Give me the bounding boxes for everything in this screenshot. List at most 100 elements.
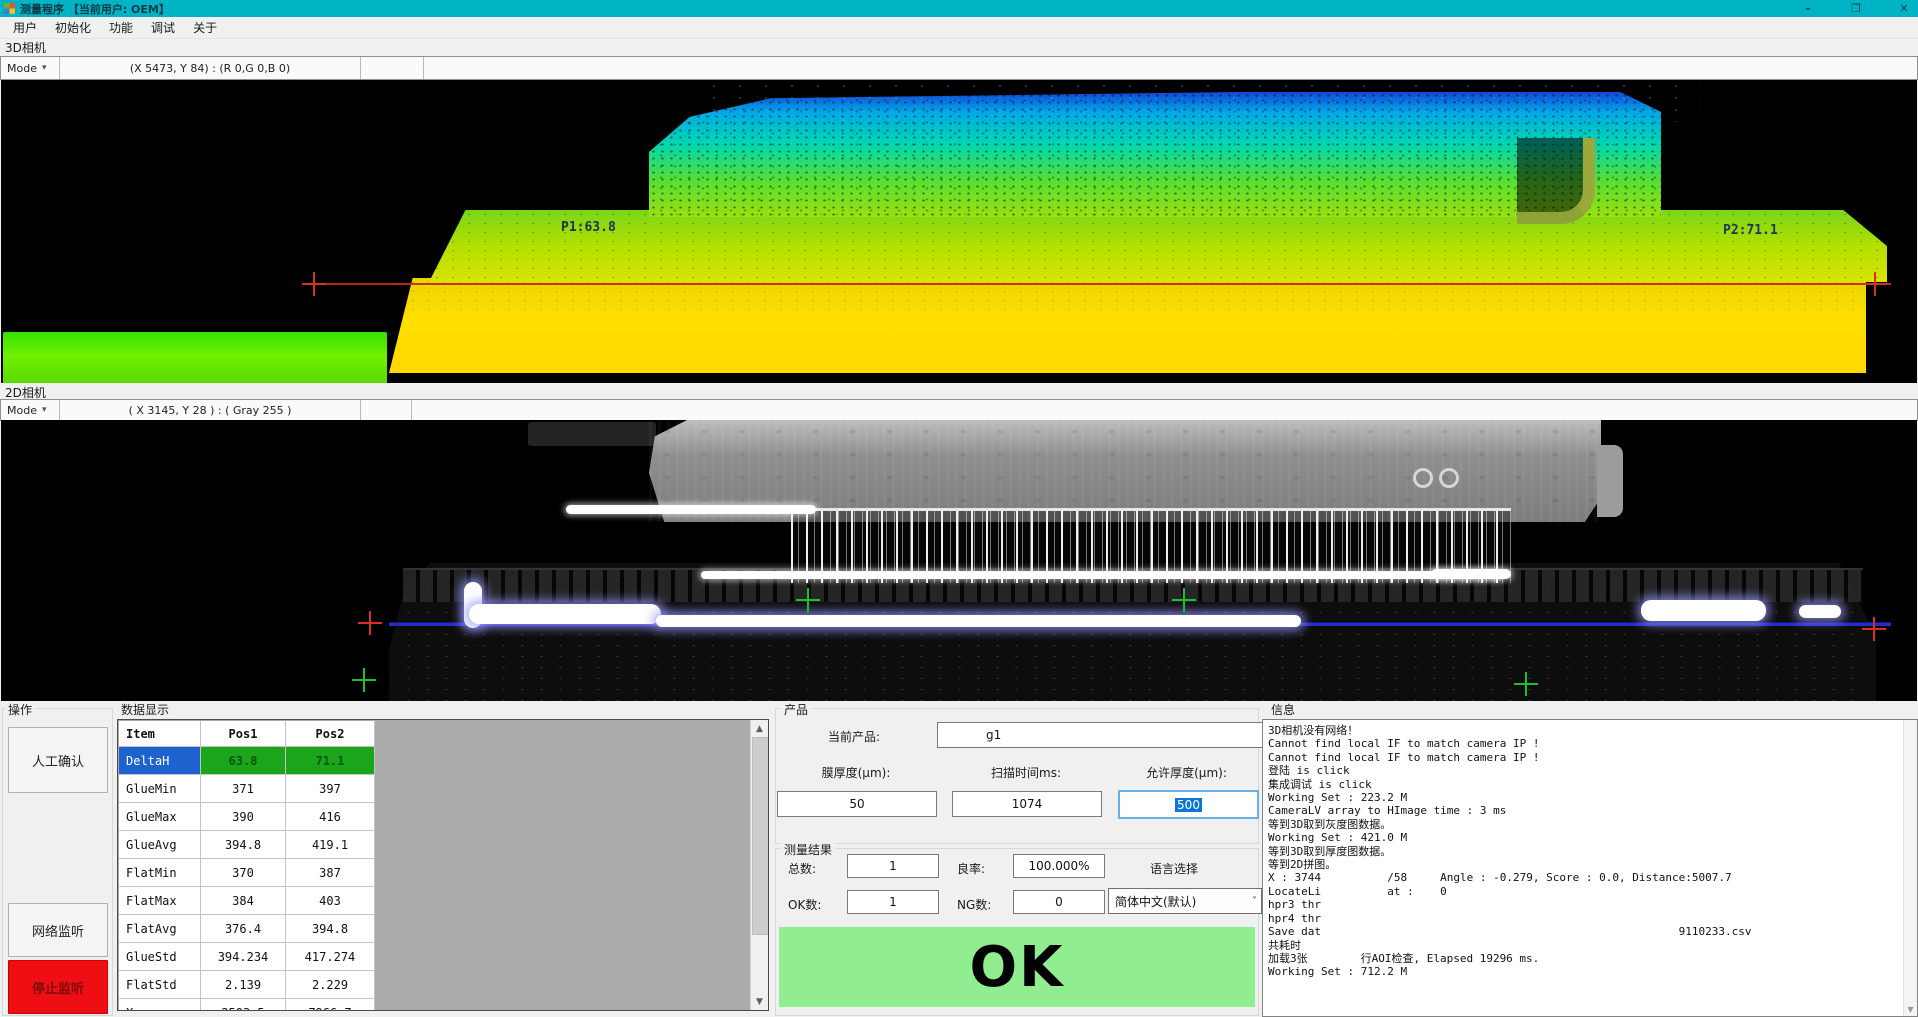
- pcb-hole: [1413, 468, 1433, 488]
- scroll-down-icon[interactable]: ▼: [751, 993, 768, 1010]
- table-row[interactable]: FlatAvg376.4394.8: [119, 915, 375, 943]
- current-product-label: 当前产品:: [828, 728, 880, 745]
- table-cell: FlatStd: [119, 971, 201, 999]
- table-row[interactable]: FlatMin370387: [119, 859, 375, 887]
- log-line: LocateLi at : 0: [1268, 885, 1751, 898]
- current-product-field[interactable]: g1: [937, 722, 1303, 748]
- data-table-container: ItemPos1Pos2DeltaH63.871.1GlueMin371397G…: [117, 719, 769, 1011]
- table-cell: 384: [201, 887, 286, 915]
- camera3d-view[interactable]: P1:63.8 P2:71.1: [1, 80, 1917, 383]
- menu-item-0[interactable]: 用户: [4, 17, 46, 38]
- table-cell: X: [119, 999, 201, 1011]
- table-cell: FlatAvg: [119, 915, 201, 943]
- table-cell: 370: [201, 859, 286, 887]
- table-cell: 7966.7: [286, 999, 375, 1011]
- result-status-banner: OK: [779, 927, 1255, 1007]
- glue-bead: [1799, 605, 1841, 618]
- menu-item-1[interactable]: 初始化: [46, 17, 100, 38]
- menu-bar: 用户初始化功能调试关于: [0, 17, 1918, 39]
- camera3d-pixel-status: (X 5473, Y 84) : (R 0,G 0,B 0): [60, 57, 361, 79]
- table-cell: 387: [286, 859, 375, 887]
- table-cell: 394.8: [201, 831, 286, 859]
- table-cell: 2.229: [286, 971, 375, 999]
- table-scrollbar[interactable]: ▲ ▼: [750, 720, 768, 1010]
- surface-notch: [1517, 138, 1595, 224]
- allowed-thickness-field[interactable]: 500: [1118, 790, 1259, 819]
- table-row[interactable]: DeltaH63.871.1: [119, 747, 375, 775]
- total-count-field[interactable]: 1: [847, 854, 939, 878]
- app-window: 测量程序 【当前用户: OEM】 – ❐ ✕ 用户初始化功能调试关于 3D相机 …: [0, 0, 1918, 1017]
- menu-item-2[interactable]: 功能: [100, 17, 142, 38]
- manual-confirm-button[interactable]: 人工确认: [8, 727, 108, 793]
- minimize-button[interactable]: –: [1798, 2, 1818, 15]
- close-button[interactable]: ✕: [1894, 2, 1914, 15]
- table-row[interactable]: FlatMax384403: [119, 887, 375, 915]
- pcb-tab: [1597, 445, 1623, 517]
- log-line: Cannot find local IF to match camera IP …: [1268, 737, 1751, 750]
- heightmap-left-strip: [3, 332, 387, 383]
- title-bar: 测量程序 【当前用户: OEM】 – ❐ ✕: [0, 0, 1918, 17]
- log-line: 等到2D拼图。: [1268, 858, 1751, 871]
- result-status-text: OK: [970, 935, 1065, 1000]
- table-row[interactable]: GlueMax390416: [119, 803, 375, 831]
- film-thickness-field[interactable]: 50: [777, 791, 937, 817]
- log-line: 等到3D取到厚度图数据。: [1268, 845, 1751, 858]
- stop-listen-button[interactable]: 停止监听: [8, 960, 108, 1014]
- table-header-row[interactable]: ItemPos1Pos2: [119, 721, 375, 747]
- table-row[interactable]: X2503.57966.7: [119, 999, 375, 1011]
- crosshair-marker: [352, 668, 376, 692]
- yield-field[interactable]: 100.000%: [1013, 854, 1105, 878]
- ok-count-field[interactable]: 1: [847, 890, 939, 914]
- language-select-label: 语言选择: [1150, 860, 1198, 877]
- table-cell: FlatMax: [119, 887, 201, 915]
- camera2d-view[interactable]: [1, 420, 1917, 701]
- maximize-button[interactable]: ❐: [1846, 2, 1866, 15]
- scan-time-field[interactable]: 1074: [952, 791, 1102, 817]
- camera2d-mode-dropdown[interactable]: Mode ▾: [1, 400, 60, 420]
- menu-item-3[interactable]: 调试: [142, 17, 184, 38]
- language-combobox[interactable]: 简体中文(默认) ˅: [1108, 888, 1262, 914]
- table-cell: 390: [201, 803, 286, 831]
- scroll-down-icon[interactable]: ▼: [1904, 1005, 1917, 1014]
- crosshair-marker: [1862, 617, 1886, 641]
- noise-overlay: [429, 210, 1887, 284]
- table-cell: Item: [119, 721, 201, 747]
- data-display-label: 数据显示: [118, 701, 172, 718]
- info-label: 信息: [1268, 701, 1298, 718]
- chevron-down-icon: ˅: [1252, 896, 1257, 907]
- chevron-down-icon: ▾: [42, 63, 47, 73]
- yield-label: 良率:: [957, 860, 985, 877]
- table-row[interactable]: GlueMin371397: [119, 775, 375, 803]
- table-row[interactable]: FlatStd2.1392.229: [119, 971, 375, 999]
- glue-bead: [656, 615, 1301, 627]
- camera3d-label: 3D相机: [5, 39, 46, 56]
- glue-bead: [469, 604, 661, 624]
- log-line: 共耗时: [1268, 939, 1751, 952]
- table-cell: 416: [286, 803, 375, 831]
- table-cell: DeltaH: [119, 747, 201, 775]
- table-cell: 376.4: [201, 915, 286, 943]
- table-row[interactable]: GlueStd394.234417.274: [119, 943, 375, 971]
- chevron-down-icon: ▾: [42, 405, 47, 415]
- ng-count-field[interactable]: 0: [1013, 890, 1105, 914]
- scrollbar-thumb[interactable]: [752, 737, 769, 935]
- camera3d-strip-fill: [424, 57, 1917, 79]
- network-listen-button[interactable]: 网络监听: [8, 903, 108, 957]
- scroll-up-icon[interactable]: ▲: [751, 720, 768, 737]
- log-line: 3D相机没有网络！: [1268, 724, 1751, 737]
- table-cell: 419.1: [286, 831, 375, 859]
- crosshair-marker: [1172, 588, 1196, 612]
- table-row[interactable]: GlueAvg394.8419.1: [119, 831, 375, 859]
- menu-item-4[interactable]: 关于: [184, 17, 226, 38]
- crosshair-marker: [1863, 272, 1887, 296]
- glue-bead: [1641, 600, 1766, 621]
- table-cell: 71.1: [286, 747, 375, 775]
- camera3d-mode-dropdown[interactable]: Mode ▾: [1, 57, 60, 79]
- total-count-label: 总数:: [788, 860, 816, 877]
- window-title: 测量程序 【当前用户: OEM】: [20, 1, 170, 17]
- table-cell: GlueStd: [119, 943, 201, 971]
- info-log: 3D相机没有网络！Cannot find local IF to match c…: [1268, 724, 1751, 979]
- info-scrollbar[interactable]: ▼: [1903, 720, 1917, 1016]
- table-cell: 63.8: [201, 747, 286, 775]
- log-line: CameraLV array to HImage time : 3 ms: [1268, 804, 1751, 817]
